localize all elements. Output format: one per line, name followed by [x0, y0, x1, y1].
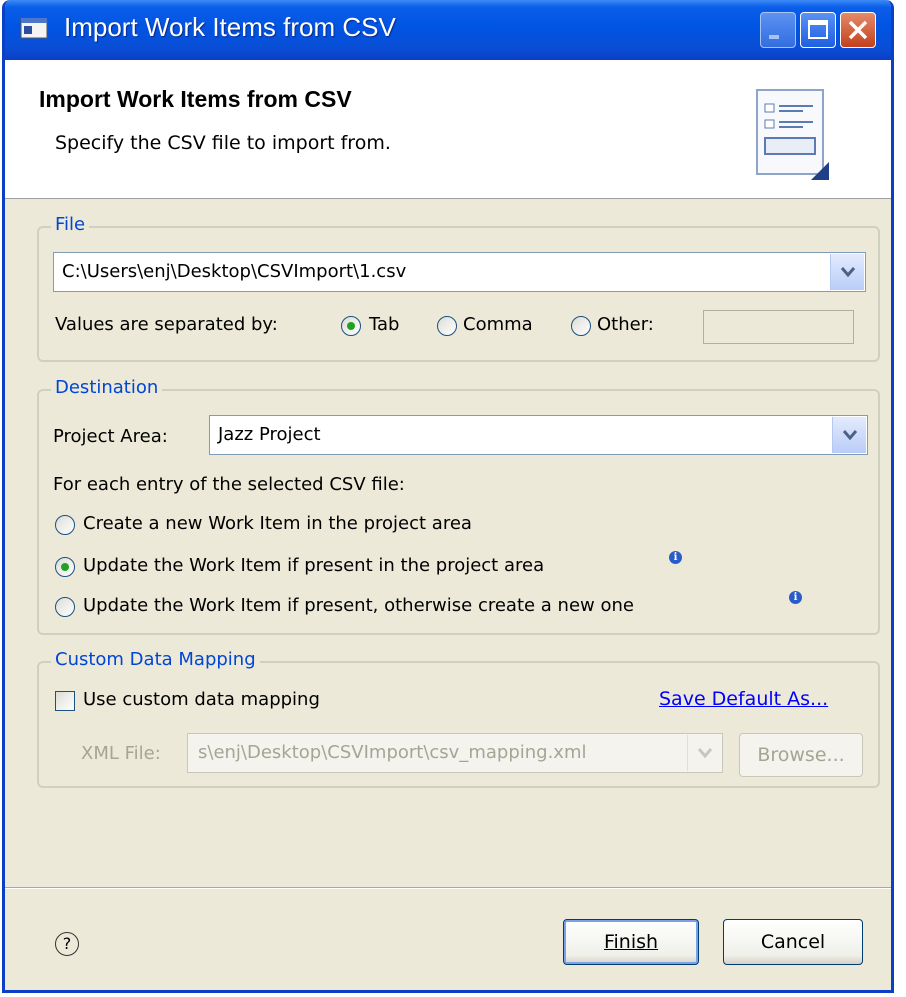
help-icon[interactable]: ? — [55, 932, 79, 956]
finish-label: Finish — [603, 931, 659, 953]
custom-mapping-group: Custom Data Mapping Use custom data mapp… — [37, 649, 880, 788]
csv-file-combo[interactable]: C:\Users\enj\Desktop\CSVImport\1.csv — [53, 252, 866, 292]
separator-comma-radio[interactable] — [437, 316, 457, 336]
file-group: File C:\Users\enj\Desktop\CSVImport\1.cs… — [37, 214, 880, 362]
file-group-legend: File — [51, 214, 90, 235]
info-icon: i — [789, 591, 802, 604]
csv-file-dropdown-button[interactable] — [830, 254, 864, 290]
import-icon — [20, 17, 48, 39]
minimize-button[interactable] — [760, 12, 796, 48]
use-custom-mapping-label[interactable]: Use custom data mapping — [83, 689, 320, 710]
wizard-form-icon — [756, 89, 829, 180]
maximize-icon — [808, 20, 828, 39]
project-area-dropdown-button[interactable] — [832, 417, 866, 453]
option-update-radio[interactable] — [55, 557, 75, 577]
title-bar[interactable]: Import Work Items from CSV — [5, 0, 891, 60]
xml-file-label: XML File: — [81, 743, 161, 764]
project-area-value: Jazz Project — [218, 424, 321, 445]
project-area-label: Project Area: — [53, 426, 168, 447]
csv-file-value: C:\Users\enj\Desktop\CSVImport\1.csv — [62, 261, 407, 282]
finish-button[interactable]: Finish — [563, 919, 699, 965]
save-default-as-link[interactable]: Save Default As... — [659, 688, 828, 710]
minimize-icon — [769, 35, 779, 39]
close-button[interactable] — [840, 12, 876, 48]
dialog-window: Import Work Items from CSV Import Work I… — [2, 0, 894, 993]
destination-group-legend: Destination — [51, 377, 163, 398]
entry-action-label: For each entry of the selected CSV file: — [53, 474, 405, 495]
chevron-down-icon — [840, 267, 856, 278]
option-create-label[interactable]: Create a new Work Item in the project ar… — [83, 513, 472, 534]
xml-file-dropdown-button[interactable] — [687, 735, 721, 771]
maximize-button[interactable] — [800, 12, 836, 48]
option-update-or-create-label[interactable]: Update the Work Item if present, otherwi… — [83, 595, 634, 616]
browse-button[interactable]: Browse... — [739, 733, 863, 777]
option-update-label[interactable]: Update the Work Item if present in the p… — [83, 555, 544, 576]
custom-mapping-legend: Custom Data Mapping — [51, 649, 260, 670]
separator-other-label[interactable]: Other: — [597, 314, 654, 335]
info-icon: i — [669, 551, 682, 564]
chevron-down-icon — [697, 748, 713, 759]
cancel-button[interactable]: Cancel — [723, 919, 863, 965]
xml-file-combo[interactable]: s\enj\Desktop\CSVImport\csv_mapping.xml — [187, 733, 723, 773]
separator-tab-label[interactable]: Tab — [369, 314, 399, 335]
destination-group: Destination Project Area: Jazz Project F… — [37, 377, 880, 635]
option-create-radio[interactable] — [55, 515, 75, 535]
footer-separator — [5, 887, 891, 889]
separator-tab-radio[interactable] — [341, 316, 361, 336]
banner-title: Import Work Items from CSV — [39, 86, 352, 112]
use-custom-mapping-checkbox[interactable] — [55, 691, 75, 711]
window-title: Import Work Items from CSV — [64, 12, 396, 42]
separator-label: Values are separated by: — [55, 314, 278, 335]
separator-other-radio[interactable] — [571, 316, 591, 336]
separator-other-input[interactable] — [703, 310, 854, 344]
wizard-banner: Import Work Items from CSV Specify the C… — [5, 60, 891, 199]
xml-file-value: s\enj\Desktop\CSVImport\csv_mapping.xml — [198, 742, 587, 763]
close-icon — [848, 20, 868, 40]
chevron-down-icon — [842, 430, 858, 441]
banner-description: Specify the CSV file to import from. — [55, 132, 391, 154]
separator-comma-label[interactable]: Comma — [463, 314, 533, 335]
cancel-label: Cancel — [760, 931, 826, 953]
project-area-combo[interactable]: Jazz Project — [209, 415, 868, 455]
option-update-or-create-radio[interactable] — [55, 597, 75, 617]
